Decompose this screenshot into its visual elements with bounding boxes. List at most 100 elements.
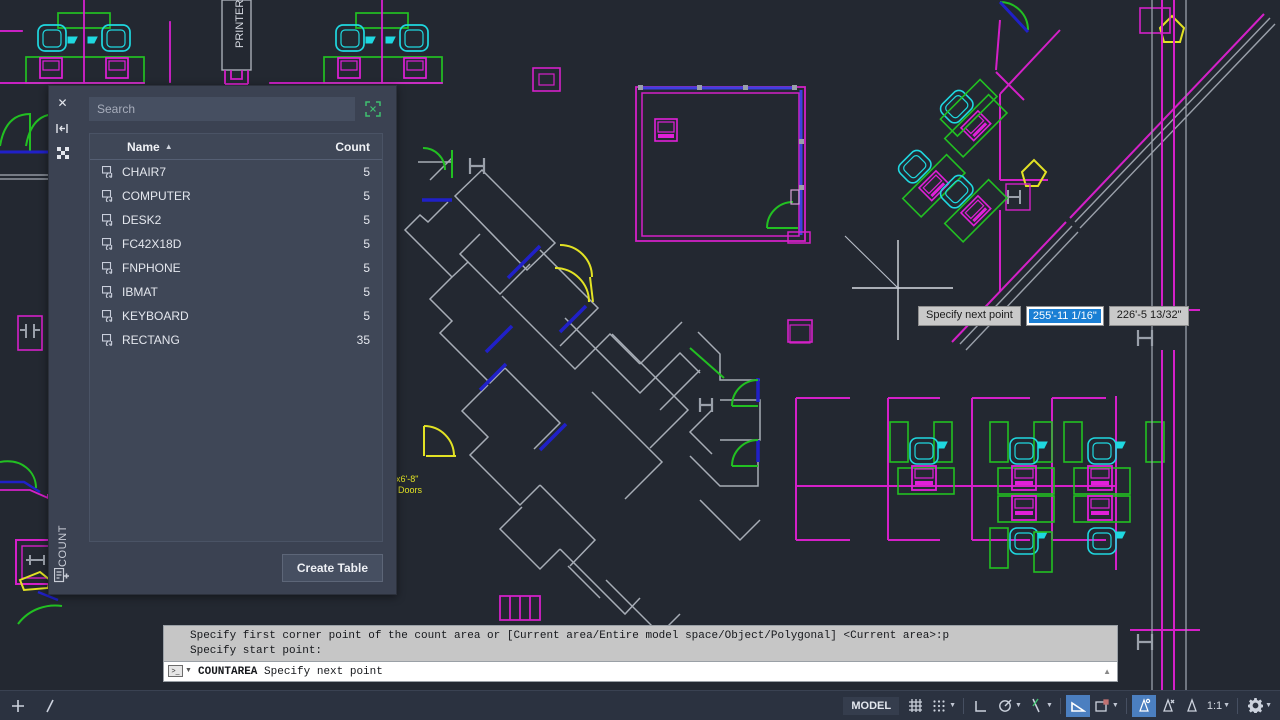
search-input[interactable]	[89, 97, 355, 121]
crosshair-icon[interactable]	[6, 695, 30, 717]
status-bar-left	[0, 695, 62, 717]
palette-content: Name ▲ Count CHAIR75COMPUTER5DESK25FC42X…	[76, 86, 396, 594]
table-row[interactable]: DESK2 5	[90, 208, 382, 232]
block-icon	[102, 334, 122, 346]
dynamic-input-distance-value: 255'-11 1/16"	[1028, 309, 1101, 323]
block-rect	[787, 319, 813, 343]
door-arcs	[422, 147, 759, 467]
grid-display-icon[interactable]	[903, 695, 927, 717]
table-row[interactable]: IBMAT 5	[90, 280, 382, 304]
divider	[963, 697, 965, 714]
divider	[1237, 697, 1239, 714]
scroll-up-icon[interactable]: ▲	[1103, 667, 1111, 676]
command-hint: Specify next point	[264, 665, 383, 678]
dynamic-input-prompt: Specify next point	[918, 306, 1021, 326]
ortho-mode-icon[interactable]	[969, 695, 993, 717]
command-history-line: Specify first corner point of the count …	[190, 630, 950, 642]
table-row[interactable]: FC42X18D 5	[90, 232, 382, 256]
object-snap-icon[interactable]	[1065, 694, 1090, 717]
workstation-cluster-diagonal-2	[939, 78, 999, 138]
printer-block: PRINTER	[221, 0, 252, 85]
model-space-icon[interactable]	[38, 695, 62, 717]
divider	[1125, 697, 1127, 714]
settings-chevron-down-icon[interactable]: ▼	[1265, 702, 1272, 709]
dynamic-input-distance-field[interactable]: 255'-11 1/16"	[1025, 306, 1104, 326]
table-row[interactable]: KEYBOARD 5	[90, 304, 382, 328]
annotation-scale-value[interactable]: 1:1	[1204, 700, 1225, 712]
block-rect	[17, 315, 43, 351]
count-palette[interactable]: ✕ COUNT Search Name ▲ Count CHAIR7 5 COM…	[48, 85, 397, 595]
floor-plan-walls	[403, 150, 761, 636]
door-type-label: Doors	[398, 485, 423, 495]
block-name: RECTANG	[122, 333, 180, 347]
door-size-label: x6'-8"	[396, 474, 418, 484]
column-header-name[interactable]: Name ▲	[102, 140, 322, 154]
command-prompt-icon[interactable]: >_	[168, 665, 183, 677]
model-tab[interactable]: MODEL	[843, 696, 900, 715]
block-icon	[102, 214, 122, 226]
polar-tracking-chevron-down-icon[interactable]: ▼	[1015, 702, 1022, 709]
count-list[interactable]: Name ▲ Count CHAIR7 5 COMPUTER 5 DESK2 5 FC42X…	[89, 133, 383, 542]
object-snap-tracking-chevron-down-icon[interactable]: ▼	[1046, 702, 1053, 709]
status-bar-right: MODEL ▼ ▼ ▼ ▼ 1:1 ▼ ▼	[843, 694, 1280, 717]
annotation-visibility-icon[interactable]	[1180, 695, 1204, 717]
block-icon	[102, 238, 122, 250]
table-row[interactable]: RECTANG 35	[90, 328, 382, 352]
block-name: FC42X18D	[122, 237, 182, 251]
block-count: 5	[363, 189, 370, 203]
count-area-icon[interactable]	[363, 99, 383, 119]
palette-title: COUNT	[56, 524, 69, 568]
count-palette-icon[interactable]	[53, 567, 69, 588]
status-bar: MODEL ▼ ▼ ▼ ▼ 1:1 ▼ ▼	[0, 690, 1280, 720]
count-list-header: Name ▲ Count	[90, 134, 382, 160]
auto-hide-icon[interactable]	[54, 120, 72, 136]
block-icon	[102, 166, 122, 178]
command-line[interactable]: Specify first corner point of the count …	[163, 625, 1118, 682]
chevron-down-icon[interactable]: ▼	[185, 667, 192, 674]
command-history: Specify first corner point of the count …	[163, 625, 1118, 662]
sort-ascending-icon: ▲	[164, 142, 173, 151]
block-name: IBMAT	[122, 285, 158, 299]
workstation-cluster-diagonal	[883, 75, 1008, 243]
annotation-scale-chevron-down-icon[interactable]: ▼	[1223, 702, 1230, 709]
lineweight-chevron-down-icon[interactable]: ▼	[1112, 702, 1119, 709]
snap-mode-chevron-down-icon[interactable]: ▼	[949, 702, 956, 709]
diagonal-corridor	[951, 0, 1276, 351]
column-header-name-label: Name	[127, 139, 160, 154]
transparency-icon[interactable]	[1131, 694, 1156, 717]
block-name: DESK2	[122, 213, 162, 227]
block-icon	[102, 190, 122, 202]
block-count: 5	[363, 285, 370, 299]
search-row	[89, 97, 383, 121]
command-history-line: Specify start point:	[190, 645, 323, 657]
divider	[1059, 697, 1061, 714]
selection-cycling-icon[interactable]	[1156, 695, 1180, 717]
block-count: 35	[356, 333, 370, 347]
properties-icon[interactable]	[54, 145, 72, 161]
lineweight-icon[interactable]	[1090, 695, 1114, 717]
object-snap-tracking-icon[interactable]	[1024, 695, 1048, 717]
create-table-button[interactable]: Create Table	[281, 554, 383, 582]
block-name: COMPUTER	[122, 189, 191, 203]
table-row[interactable]: COMPUTER 5	[90, 184, 382, 208]
count-list-rows: CHAIR7 5 COMPUTER 5 DESK2 5 FC42X18D 5 FNPHONE 5 I…	[90, 160, 382, 541]
close-icon[interactable]: ✕	[54, 95, 72, 111]
autocad-window: PRINTER x6'-8" Doors ✕ COUNT Search Name…	[0, 0, 1280, 720]
gear-icon[interactable]	[1243, 695, 1267, 717]
dynamic-input-angle-field[interactable]: 226'-5 13/32"	[1108, 306, 1190, 326]
command-input-row[interactable]: >_ ▼ COUNTAREA Specify next point ▲	[163, 662, 1118, 682]
polar-tracking-icon[interactable]	[993, 695, 1017, 717]
block-icon	[102, 262, 122, 274]
table-row[interactable]: FNPHONE 5	[90, 256, 382, 280]
workstation-grid-lower-right	[795, 396, 1165, 573]
block-rect	[532, 67, 561, 92]
palette-title-strip: ✕ COUNT	[49, 86, 76, 594]
selected-room[interactable]	[635, 85, 811, 244]
table-row[interactable]: CHAIR7 5	[90, 160, 382, 184]
block-count: 5	[363, 237, 370, 251]
right-walls	[1130, 0, 1200, 690]
block-name: CHAIR7	[122, 165, 167, 179]
block-count: 5	[363, 213, 370, 227]
snap-mode-icon[interactable]	[927, 695, 951, 717]
column-header-count[interactable]: Count	[322, 140, 370, 154]
